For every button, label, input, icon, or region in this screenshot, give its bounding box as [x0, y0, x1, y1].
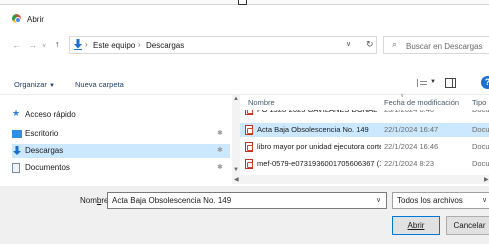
navigation-bar: ← → ∨ ↑ › Este equipo › Descargas ∨ ↻ ⌕: [0, 32, 489, 58]
caret-down-icon: ▼: [49, 83, 55, 89]
pin-icon[interactable]: ✱: [217, 129, 223, 137]
pin-icon[interactable]: ✱: [217, 146, 223, 154]
scroll-right-icon[interactable]: ▶: [484, 176, 489, 183]
sidebar-scrollbar[interactable]: ▲ ▼: [232, 95, 240, 175]
address-bar[interactable]: › Este equipo › Descargas ∨ ↻: [69, 36, 377, 54]
column-header-type[interactable]: Tipo: [472, 98, 486, 107]
sidebar-item-documentos[interactable]: Documentos ✱: [12, 161, 230, 175]
file-type-filter-value: Todos los archivos: [397, 196, 463, 205]
column-header-name[interactable]: Nombre: [248, 98, 275, 107]
sidebar-item-escritorio[interactable]: Escritorio ✱: [12, 127, 230, 141]
sidebar-item-label: Escritorio: [25, 129, 59, 138]
pdf-icon: [245, 142, 253, 152]
navigation-pane: ★ Acceso rápido Escritorio ✱ Descargas ✱…: [0, 95, 232, 175]
file-date: 22/1/2024 8:23: [384, 159, 435, 168]
breadcrumb-separator: ›: [85, 40, 88, 49]
breadcrumb-este-equipo[interactable]: Este equipo: [93, 41, 135, 50]
file-type: Documen: [472, 142, 489, 151]
file-name-label-part: Nom: [80, 196, 97, 205]
star-icon: ★: [12, 108, 21, 118]
scroll-down-icon[interactable]: ▼: [233, 167, 239, 173]
arrow-up-icon[interactable]: ↑: [55, 39, 60, 49]
column-header-date[interactable]: Fecha de modificación: [384, 98, 459, 107]
sidebar-item-acceso-rapido[interactable]: ★ Acceso rápido: [12, 108, 230, 122]
scroll-up-icon[interactable]: ▲: [233, 96, 239, 102]
file-name: libro mayor por unidad ejecutora corte e…: [257, 142, 381, 151]
pin-icon[interactable]: ✱: [217, 163, 223, 171]
table-row[interactable]: mef-0579-e0731936001705606367 (1) 22/1/2…: [240, 157, 489, 171]
file-date: 22/1/2024 16:47: [384, 125, 439, 134]
download-icon: [74, 39, 82, 50]
breadcrumb-separator: ›: [138, 40, 141, 49]
sidebar-item-label: Acceso rápido: [25, 110, 76, 119]
chevron-down-icon[interactable]: ∨: [346, 40, 351, 48]
download-icon: [13, 146, 21, 155]
chevron-down-icon[interactable]: ∨: [482, 196, 487, 204]
arrow-left-icon[interactable]: ←: [12, 40, 21, 50]
table-row[interactable]: libro mayor por unidad ejecutora corte e…: [240, 140, 489, 154]
pdf-icon: [245, 125, 253, 135]
caret-down-icon[interactable]: ▼: [430, 79, 436, 85]
new-folder-button[interactable]: Nueva carpeta: [75, 80, 124, 89]
organize-button[interactable]: Organizar ▼: [14, 80, 55, 89]
arrow-right-icon[interactable]: →: [28, 40, 37, 50]
help-icon[interactable]: ?: [481, 76, 489, 89]
file-name: FO 1928-2023 GAVILANES DONAL: [257, 105, 378, 114]
command-toolbar: Organizar ▼ Nueva carpeta ▼ ?: [0, 72, 489, 94]
file-name: Acta Baja Obsolescencia No. 149: [257, 125, 369, 134]
search-input[interactable]: [406, 40, 489, 52]
chrome-icon: [12, 14, 21, 23]
cancel-button[interactable]: Cancelar: [446, 216, 489, 235]
file-name-value: Acta Baja Obsolescencia No. 149: [112, 196, 232, 205]
refresh-icon[interactable]: ↻: [366, 39, 374, 50]
sidebar-item-label: Descargas: [25, 146, 64, 155]
open-button[interactable]: Abrir: [392, 216, 440, 235]
view-list-icon[interactable]: [417, 79, 427, 87]
sidebar-item-label: Documentos: [25, 163, 70, 172]
sidebar-item-descargas[interactable]: Descargas ✱: [12, 144, 230, 158]
chevron-down-icon[interactable]: ∨: [42, 42, 46, 49]
search-box[interactable]: ⌕: [383, 36, 489, 54]
documents-icon: [12, 163, 20, 173]
scroll-left-icon[interactable]: ◀: [234, 176, 239, 183]
file-type: Documen: [472, 159, 489, 168]
desktop-icon: [12, 130, 22, 138]
search-icon: ⌕: [392, 39, 398, 49]
table-row[interactable]: Acta Baja Obsolescencia No. 149 22/1/202…: [240, 123, 489, 137]
window-title: Abrir: [27, 15, 44, 24]
chevron-down-icon[interactable]: ∨: [376, 196, 381, 204]
dialog-footer: Nombre: Acta Baja Obsolescencia No. 149 …: [0, 186, 489, 244]
file-list-scrollbar[interactable]: ◀ ▶: [232, 175, 489, 184]
file-type: Documen: [472, 125, 489, 134]
organize-label: Organizar: [14, 80, 47, 89]
title-bar: Abrir: [0, 5, 489, 29]
file-name: mef-0579-e0731936001705606367 (1): [257, 159, 381, 168]
file-list: Nombre ∨ Fecha de modificación Tipo FO 1…: [240, 93, 489, 185]
pdf-icon: [245, 159, 253, 169]
breadcrumb-descargas[interactable]: Descargas: [146, 41, 184, 50]
file-date: 22/1/2024 16:46: [384, 142, 439, 151]
file-type-filter[interactable]: Todos los archivos ∨: [392, 192, 489, 209]
preview-pane-icon[interactable]: [445, 78, 456, 88]
open-button-label: Abrir: [407, 221, 425, 230]
file-name-field[interactable]: Acta Baja Obsolescencia No. 149 ∨: [107, 192, 387, 209]
